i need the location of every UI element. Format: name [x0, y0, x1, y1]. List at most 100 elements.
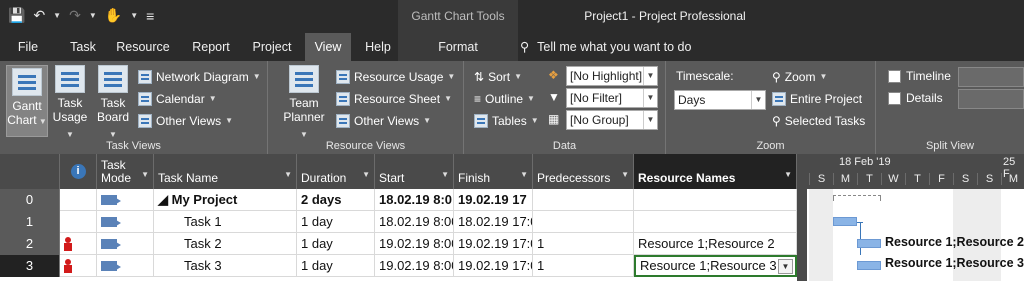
touch-mode-icon[interactable]: ✋ [105, 7, 122, 24]
chevron-down-icon[interactable]: ▼ [284, 168, 292, 181]
task-bar[interactable] [857, 239, 881, 248]
task-bar[interactable] [857, 261, 881, 270]
other-resource-views-button[interactable]: Other Views ▼ [336, 111, 431, 131]
duration-cell[interactable]: 1 day [297, 233, 375, 255]
timeline-select[interactable] [958, 67, 1024, 87]
network-diagram-button[interactable]: Network Diagram ▼ [138, 67, 261, 87]
table-row[interactable]: 0 ◢ My Project 2 days 18.02.19 8:0 19.02… [0, 189, 807, 211]
tab-report[interactable]: Report [186, 33, 236, 61]
undo-icon[interactable]: ↶ [33, 7, 45, 24]
predecessors-cell[interactable]: 1 [533, 233, 634, 255]
details-checkbox[interactable] [888, 92, 901, 105]
person-overallocated-icon[interactable] [64, 237, 72, 251]
outline-button[interactable]: ≡ Outline ▼ [474, 89, 535, 109]
task-name-cell[interactable]: Task 3 [154, 255, 297, 277]
chevron-down-icon[interactable]: ▼ [362, 168, 370, 181]
task-name-column-header[interactable]: Task Name ▼ [154, 154, 297, 189]
row-number[interactable]: 1 [0, 211, 60, 233]
tab-format[interactable]: Format [398, 33, 518, 61]
finish-cell[interactable]: 19.02.19 17:0 [454, 255, 533, 277]
tab-help[interactable]: Help [356, 33, 400, 61]
predecessors-cell[interactable]: 1 [533, 255, 634, 277]
tab-resource[interactable]: Resource [112, 33, 174, 61]
task-name-cell[interactable]: Task 1 [154, 211, 297, 233]
task-name-cell[interactable]: ◢ My Project [154, 189, 297, 211]
gantt-chart-button[interactable]: Gantt Chart ▼ [6, 65, 48, 137]
zoom-button[interactable]: ⚲ Zoom ▼ [772, 67, 827, 87]
tables-button[interactable]: Tables ▼ [474, 111, 539, 131]
project-summary-bar[interactable] [833, 195, 881, 201]
info-column-header[interactable]: i [60, 154, 97, 189]
start-cell[interactable]: 19.02.19 8:00 [375, 255, 454, 277]
resource-names-cell[interactable]: Resource 1;Resource 2 [634, 233, 797, 255]
task-mode-column-header[interactable]: Task Mode ▼ [97, 154, 154, 189]
select-all-cell[interactable] [0, 154, 60, 189]
finish-cell[interactable]: 18.02.19 17:0 [454, 211, 533, 233]
start-cell[interactable]: 19.02.19 8:00 [375, 233, 454, 255]
row-number[interactable]: 3 [0, 255, 60, 277]
resource-names-column-header[interactable]: Resource Names ▼ [634, 154, 797, 189]
duration-cell[interactable]: 1 day [297, 255, 375, 277]
task-mode-cell[interactable] [97, 255, 154, 277]
row-number[interactable]: 0 [0, 189, 60, 211]
task-usage-button[interactable]: Task Usage ▼ [50, 65, 90, 142]
gantt-chart-area[interactable]: Resource 1;Resource 2 Resource 1;Resourc… [807, 189, 1024, 281]
tell-me-box[interactable]: ⚲ Tell me what you want to do [520, 33, 691, 61]
predecessors-cell[interactable] [533, 189, 634, 211]
predecessors-cell[interactable] [533, 211, 634, 233]
timeline-checkbox[interactable] [888, 70, 901, 83]
resource-sheet-button[interactable]: Resource Sheet ▼ [336, 89, 452, 109]
resource-names-cell[interactable] [634, 189, 797, 211]
undo-dropdown-icon[interactable]: ▼ [53, 11, 61, 20]
table-row[interactable]: 2 Task 2 1 day 19.02.19 8:00 19.02.19 17… [0, 233, 807, 255]
view-splitter[interactable] [797, 154, 807, 281]
finish-cell[interactable]: 19.02.19 17:0 [454, 233, 533, 255]
filter-dropdown[interactable]: [No Filter] ▼ [566, 88, 658, 108]
customize-qat-icon[interactable]: ≡ [146, 8, 154, 24]
chevron-down-icon[interactable]: ▼ [778, 259, 793, 274]
start-cell[interactable]: 18.02.19 8:0 [375, 189, 454, 211]
task-bar[interactable] [833, 217, 857, 226]
row-number[interactable]: 2 [0, 233, 60, 255]
tab-task[interactable]: Task [62, 33, 104, 61]
chevron-down-icon[interactable]: ▼ [441, 168, 449, 181]
timescale-dropdown[interactable]: Days ▼ [674, 90, 766, 110]
finish-cell[interactable]: 19.02.19 17 [454, 189, 533, 211]
chevron-down-icon[interactable]: ▼ [520, 168, 528, 181]
chevron-down-icon[interactable]: ▼ [141, 168, 149, 181]
finish-column-header[interactable]: Finish ▼ [454, 154, 533, 189]
start-cell[interactable]: 18.02.19 8:00 [375, 211, 454, 233]
details-select[interactable] [958, 89, 1024, 109]
task-mode-cell[interactable] [97, 189, 154, 211]
resource-usage-button[interactable]: Resource Usage ▼ [336, 67, 455, 87]
other-views-button[interactable]: Other Views ▼ [138, 111, 233, 131]
task-board-button[interactable]: Task Board ▼ [92, 65, 134, 142]
entire-project-button[interactable]: Entire Project [772, 89, 862, 109]
predecessors-column-header[interactable]: Predecessors ▼ [533, 154, 634, 189]
duration-cell[interactable]: 2 days [297, 189, 375, 211]
group-dropdown[interactable]: [No Group] ▼ [566, 110, 658, 130]
resource-names-editor[interactable]: Resource 1;Resource 3 ▼ [634, 255, 797, 277]
chevron-down-icon[interactable]: ▼ [621, 168, 629, 181]
table-row[interactable]: 1 Task 1 1 day 18.02.19 8:00 18.02.19 17… [0, 211, 807, 233]
sort-button[interactable]: ⇅ Sort ▼ [474, 67, 522, 87]
chevron-down-icon[interactable]: ▼ [784, 168, 792, 181]
start-column-header[interactable]: Start ▼ [375, 154, 454, 189]
task-mode-cell[interactable] [97, 233, 154, 255]
selected-tasks-button[interactable]: ⚲ Selected Tasks [772, 111, 865, 131]
duration-cell[interactable]: 1 day [297, 211, 375, 233]
redo-icon[interactable]: ↷ [69, 7, 81, 24]
duration-column-header[interactable]: Duration ▼ [297, 154, 375, 189]
calendar-button[interactable]: Calendar ▼ [138, 89, 217, 109]
tab-project[interactable]: Project [246, 33, 298, 61]
collapse-icon[interactable]: ◢ [158, 192, 172, 207]
touch-dropdown-icon[interactable]: ▼ [130, 11, 138, 20]
redo-dropdown-icon[interactable]: ▼ [89, 11, 97, 20]
table-row[interactable]: 3 Task 3 1 day 19.02.19 8:00 19.02.19 17… [0, 255, 807, 277]
task-name-cell[interactable]: Task 2 [154, 233, 297, 255]
person-overallocated-icon[interactable] [64, 259, 72, 273]
team-planner-button[interactable]: Team Planner ▼ [280, 65, 328, 142]
highlight-dropdown[interactable]: [No Highlight] ▼ [566, 66, 658, 86]
save-icon[interactable]: 💾 [8, 7, 25, 24]
resource-names-cell[interactable] [634, 211, 797, 233]
